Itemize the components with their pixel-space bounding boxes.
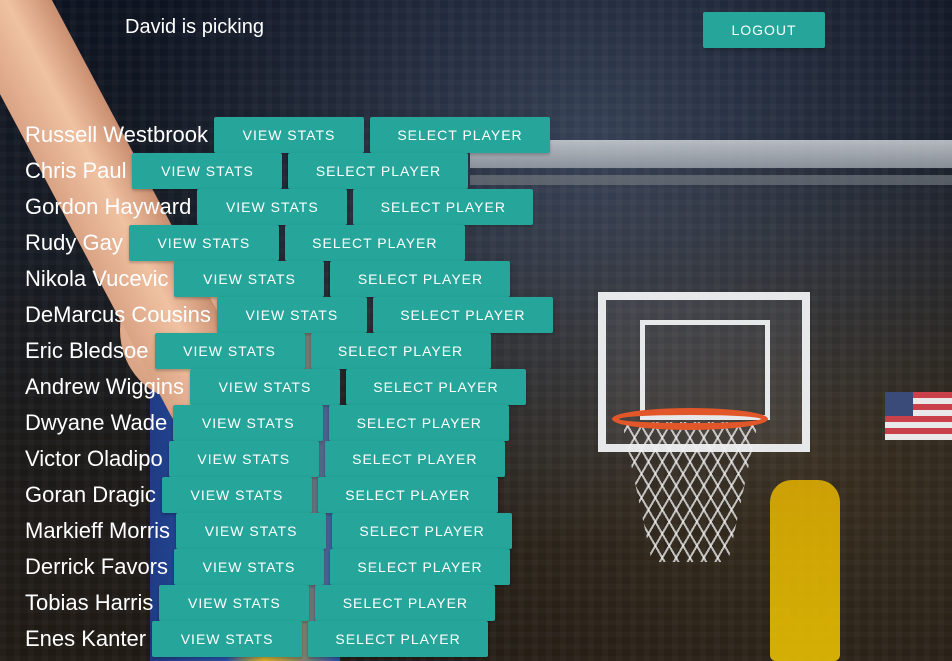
player-row: Andrew Wiggins VIEW STATS SELECT PLAYER <box>25 369 952 405</box>
player-name: Gordon Hayward <box>25 194 192 219</box>
select-player-button[interactable]: SELECT PLAYER <box>284 225 465 261</box>
picking-status: David is picking <box>125 16 264 38</box>
player-name: Russell Westbrook <box>25 122 208 147</box>
select-player-button[interactable]: SELECT PLAYER <box>330 261 511 297</box>
select-player-button[interactable]: SELECT PLAYER <box>372 297 553 333</box>
select-player-button[interactable]: SELECT PLAYER <box>317 477 498 513</box>
view-stats-button[interactable]: VIEW STATS <box>214 117 364 153</box>
select-player-button[interactable]: SELECT PLAYER <box>353 189 534 225</box>
select-player-button[interactable]: SELECT PLAYER <box>332 513 513 549</box>
player-list: Russell Westbrook VIEW STATS SELECT PLAYER… <box>25 117 952 657</box>
player-name: Victor Oladipo <box>25 446 163 471</box>
view-stats-button[interactable]: VIEW STATS <box>216 297 367 333</box>
player-name: Chris Paul <box>25 158 127 183</box>
player-name: Markieff Morris <box>25 518 171 543</box>
player-row: Derrick Favors VIEW STATS SELECT PLAYER <box>25 549 952 585</box>
player-row: DeMarcus Cousins VIEW STATS SELECT PLAYER <box>25 297 952 333</box>
player-row: Dwyane Wade VIEW STATS SELECT PLAYER <box>25 405 952 441</box>
select-player-button[interactable]: SELECT PLAYER <box>370 117 550 153</box>
view-stats-button[interactable]: VIEW STATS <box>132 153 283 189</box>
draft-screen: David is picking LOGOUT Russell Westbroo… <box>0 0 952 661</box>
player-row: Chris Paul VIEW STATS SELECT PLAYER <box>25 153 952 189</box>
select-player-button[interactable]: SELECT PLAYER <box>330 549 511 585</box>
view-stats-button[interactable]: VIEW STATS <box>152 621 303 657</box>
view-stats-button[interactable]: VIEW STATS <box>161 477 312 513</box>
view-stats-button[interactable]: VIEW STATS <box>174 549 325 585</box>
player-name: Tobias Harris <box>25 590 154 615</box>
view-stats-button[interactable]: VIEW STATS <box>174 261 325 297</box>
view-stats-button[interactable]: VIEW STATS <box>173 405 324 441</box>
player-row: Gordon Hayward VIEW STATS SELECT PLAYER <box>25 189 952 225</box>
player-row: Victor Oladipo VIEW STATS SELECT PLAYER <box>25 441 952 477</box>
view-stats-button[interactable]: VIEW STATS <box>197 189 348 225</box>
select-player-button[interactable]: SELECT PLAYER <box>324 441 505 477</box>
view-stats-button[interactable]: VIEW STATS <box>128 225 279 261</box>
player-row: Russell Westbrook VIEW STATS SELECT PLAYER <box>25 117 952 153</box>
select-player-button[interactable]: SELECT PLAYER <box>345 369 526 405</box>
player-name: Goran Dragic <box>25 482 156 507</box>
player-name: Nikola Vucevic <box>25 266 169 291</box>
player-name: DeMarcus Cousins <box>25 302 211 327</box>
player-row: Tobias Harris VIEW STATS SELECT PLAYER <box>25 585 952 621</box>
logout-button[interactable]: LOGOUT <box>703 12 825 48</box>
select-player-button[interactable]: SELECT PLAYER <box>329 405 510 441</box>
select-player-button[interactable]: SELECT PLAYER <box>288 153 469 189</box>
player-name: Rudy Gay <box>25 230 123 255</box>
player-row: Nikola Vucevic VIEW STATS SELECT PLAYER <box>25 261 952 297</box>
player-name: Derrick Favors <box>25 554 169 579</box>
player-row: Goran Dragic VIEW STATS SELECT PLAYER <box>25 477 952 513</box>
player-row: Enes Kanter VIEW STATS SELECT PLAYER <box>25 621 952 657</box>
view-stats-button[interactable]: VIEW STATS <box>159 585 310 621</box>
select-player-button[interactable]: SELECT PLAYER <box>310 333 491 369</box>
player-row: Markieff Morris VIEW STATS SELECT PLAYER <box>25 513 952 549</box>
player-row: Rudy Gay VIEW STATS SELECT PLAYER <box>25 225 952 261</box>
player-name: Andrew Wiggins <box>25 374 184 399</box>
select-player-button[interactable]: SELECT PLAYER <box>308 621 489 657</box>
player-name: Dwyane Wade <box>25 410 168 435</box>
view-stats-button[interactable]: VIEW STATS <box>189 369 340 405</box>
select-player-button[interactable]: SELECT PLAYER <box>315 585 496 621</box>
player-name: Enes Kanter <box>25 626 147 651</box>
view-stats-button[interactable]: VIEW STATS <box>176 513 327 549</box>
view-stats-button[interactable]: VIEW STATS <box>154 333 305 369</box>
view-stats-button[interactable]: VIEW STATS <box>168 441 319 477</box>
player-name: Eric Bledsoe <box>25 338 149 363</box>
player-row: Eric Bledsoe VIEW STATS SELECT PLAYER <box>25 333 952 369</box>
